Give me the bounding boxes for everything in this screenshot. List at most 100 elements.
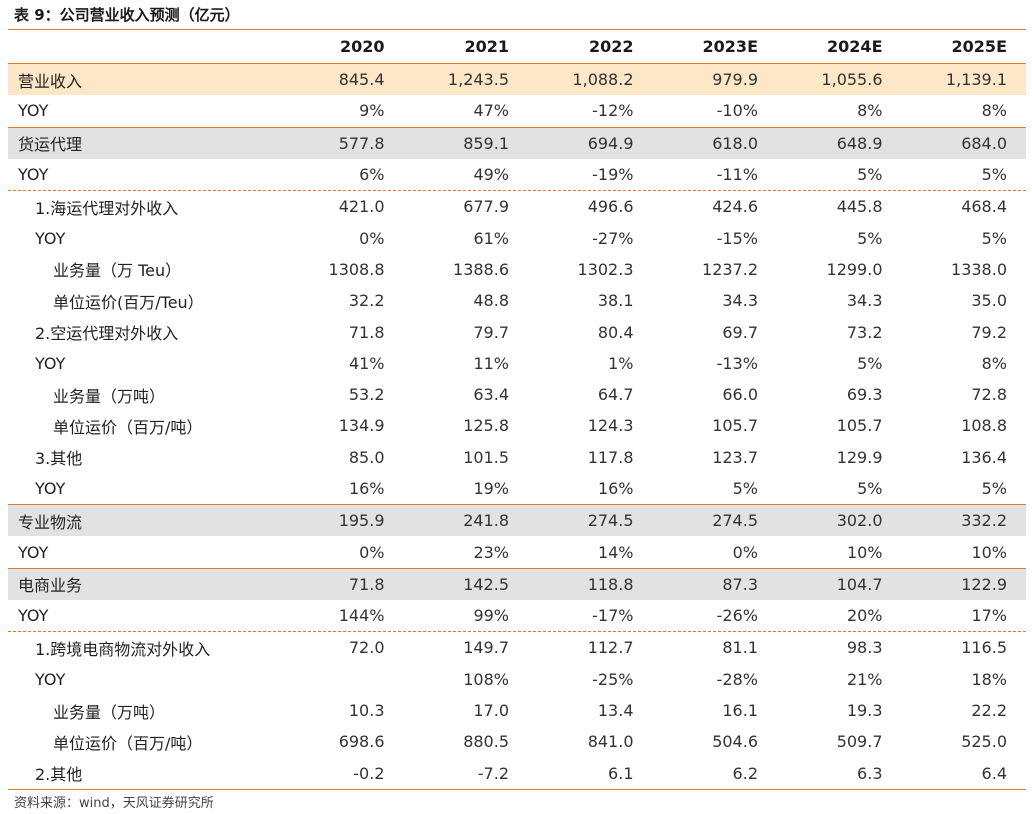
value-cell: 129.9 — [836, 447, 883, 467]
header-cell: 2023E — [702, 37, 758, 56]
row-label: 业务量（万吨） — [53, 386, 166, 406]
value-cell: 69.3 — [846, 385, 883, 405]
table-row: YOY 0% 23% 14% 0% 10% 10% — [8, 536, 1026, 567]
value-cell: 6.4 — [981, 763, 1007, 783]
value-cell: 32.2 — [348, 291, 385, 311]
value-cell: 73.2 — [846, 322, 883, 342]
value-cell: 195.9 — [338, 511, 385, 531]
value-cell: 332.2 — [961, 511, 1007, 531]
row-label: YOY — [35, 479, 66, 498]
value-cell: -25% — [592, 669, 634, 689]
value-cell: 5% — [857, 165, 883, 185]
value-cell: 112.7 — [587, 638, 634, 658]
table-row: 1.跨境电商物流对外收入 72.0 149.7 112.7 81.1 98.3 116.5 — [8, 631, 1026, 663]
value-cell: 79.7 — [473, 322, 509, 342]
value-cell: 1308.8 — [328, 259, 385, 279]
value-cell: 61% — [473, 228, 509, 248]
row-label: 1.跨境电商物流对外收入 — [35, 639, 211, 659]
value-cell: 16.1 — [722, 701, 758, 721]
value-cell: 108% — [463, 669, 509, 689]
value-cell: 468.4 — [961, 197, 1007, 217]
value-cell: 6.2 — [732, 763, 758, 783]
table-body: 营业收入 845.4 1,243.5 1,088.2 979.9 1,055.6 1,139… — [8, 63, 1026, 789]
value-cell: 8% — [857, 101, 883, 121]
value-cell: 979.9 — [712, 70, 758, 90]
row-label: YOY — [35, 228, 66, 248]
value-cell: -11% — [716, 165, 758, 185]
value-cell: 5% — [981, 479, 1007, 498]
row-label: YOY — [18, 542, 49, 562]
value-cell: -12% — [592, 101, 634, 121]
row-label: 专业物流 — [18, 512, 83, 532]
row-label: 业务量（万 Teu） — [53, 261, 182, 281]
value-cell: -26% — [716, 606, 758, 626]
value-cell: 5% — [857, 479, 883, 498]
value-cell: 17.0 — [473, 701, 509, 721]
row-label: 单位运价(百万/Teu） — [53, 292, 204, 312]
table-row: 业务量（万 Teu） 1308.8 1388.6 1302.3 1237.2 1299.0… — [8, 254, 1026, 285]
value-cell: 677.9 — [463, 197, 509, 217]
table-row: YOY 144% 99% -17% -26% 20% 17% — [8, 600, 1026, 631]
value-cell: 880.5 — [463, 732, 509, 752]
value-cell: 1,088.2 — [572, 70, 634, 90]
value-cell: -27% — [592, 228, 634, 248]
value-cell: 17% — [971, 606, 1007, 626]
value-cell: 20% — [846, 606, 883, 626]
value-cell: 0% — [359, 542, 385, 562]
row-label: 单位运价（百万/吨） — [53, 417, 203, 437]
table-row: 单位运价(百万/Teu） 32.2 48.8 38.1 34.3 34.3 35.0 — [8, 285, 1026, 316]
table-row: 业务量（万吨） 10.3 17.0 13.4 16.1 19.3 22.2 — [8, 695, 1026, 726]
value-cell: 496.6 — [587, 197, 634, 217]
value-cell: 445.8 — [836, 197, 883, 217]
table-row: YOY 6% 49% -19% -11% 5% 5% — [8, 159, 1026, 190]
value-cell: 302.0 — [836, 511, 883, 531]
value-cell: 424.6 — [712, 197, 758, 217]
value-cell: 123.7 — [712, 447, 758, 467]
value-cell: 125.8 — [463, 416, 509, 436]
table-row: 2.空运代理对外收入 71.8 79.7 80.4 69.7 73.2 79.2 — [8, 316, 1026, 347]
header-cell: 2021 — [464, 37, 509, 56]
value-cell: 841.0 — [587, 732, 634, 752]
value-cell: 34.3 — [722, 291, 758, 311]
value-cell: 241.8 — [463, 511, 509, 531]
row-label: 营业收入 — [18, 71, 83, 91]
value-cell: 69.7 — [722, 322, 758, 342]
value-cell: 71.8 — [348, 574, 385, 594]
table-row: 业务量（万吨） 53.2 63.4 64.7 66.0 69.3 72.8 — [8, 379, 1026, 410]
value-cell: 6.3 — [857, 763, 883, 783]
value-cell: 116.5 — [961, 638, 1007, 658]
value-cell: 16% — [597, 479, 634, 498]
value-cell: 81.1 — [722, 638, 758, 658]
row-label: 2.其他 — [35, 765, 83, 785]
value-cell: 684.0 — [961, 133, 1007, 153]
table-bottom-rule — [8, 789, 1026, 790]
value-cell: 1338.0 — [951, 259, 1007, 279]
value-cell: 22.2 — [971, 701, 1007, 721]
value-cell: 10% — [971, 542, 1007, 562]
value-cell: 105.7 — [836, 416, 883, 436]
value-cell: 6% — [359, 165, 385, 185]
value-cell: 525.0 — [961, 732, 1007, 752]
value-cell: 5% — [732, 479, 758, 498]
row-label: 2.空运代理对外收入 — [35, 324, 179, 344]
header-cell: 2022 — [588, 37, 634, 56]
row-label: YOY — [35, 669, 66, 689]
value-cell: 108.8 — [961, 416, 1007, 436]
value-cell: 85.0 — [348, 447, 385, 467]
value-cell: 87.3 — [722, 574, 758, 594]
source-note: 资料来源：wind，天风证券研究所 — [14, 796, 214, 811]
value-cell: 694.9 — [587, 133, 634, 153]
value-cell: 144% — [338, 606, 385, 626]
value-cell: 274.5 — [712, 511, 758, 531]
value-cell: 577.8 — [338, 133, 385, 153]
value-cell: -13% — [716, 353, 758, 373]
value-cell: 18% — [971, 669, 1007, 689]
row-label: YOY — [18, 165, 49, 185]
value-cell: 1,139.1 — [945, 70, 1007, 90]
table-row: 单位运价（百万/吨） 698.6 880.5 841.0 504.6 509.7 525.0 — [8, 726, 1026, 757]
value-cell: 618.0 — [712, 133, 758, 153]
table-header-row: 2020 2021 2022 2023E 2024E 2025E — [8, 30, 1026, 63]
header-cell: 2024E — [827, 37, 883, 56]
value-cell: 1237.2 — [702, 259, 758, 279]
value-cell: 698.6 — [338, 732, 385, 752]
